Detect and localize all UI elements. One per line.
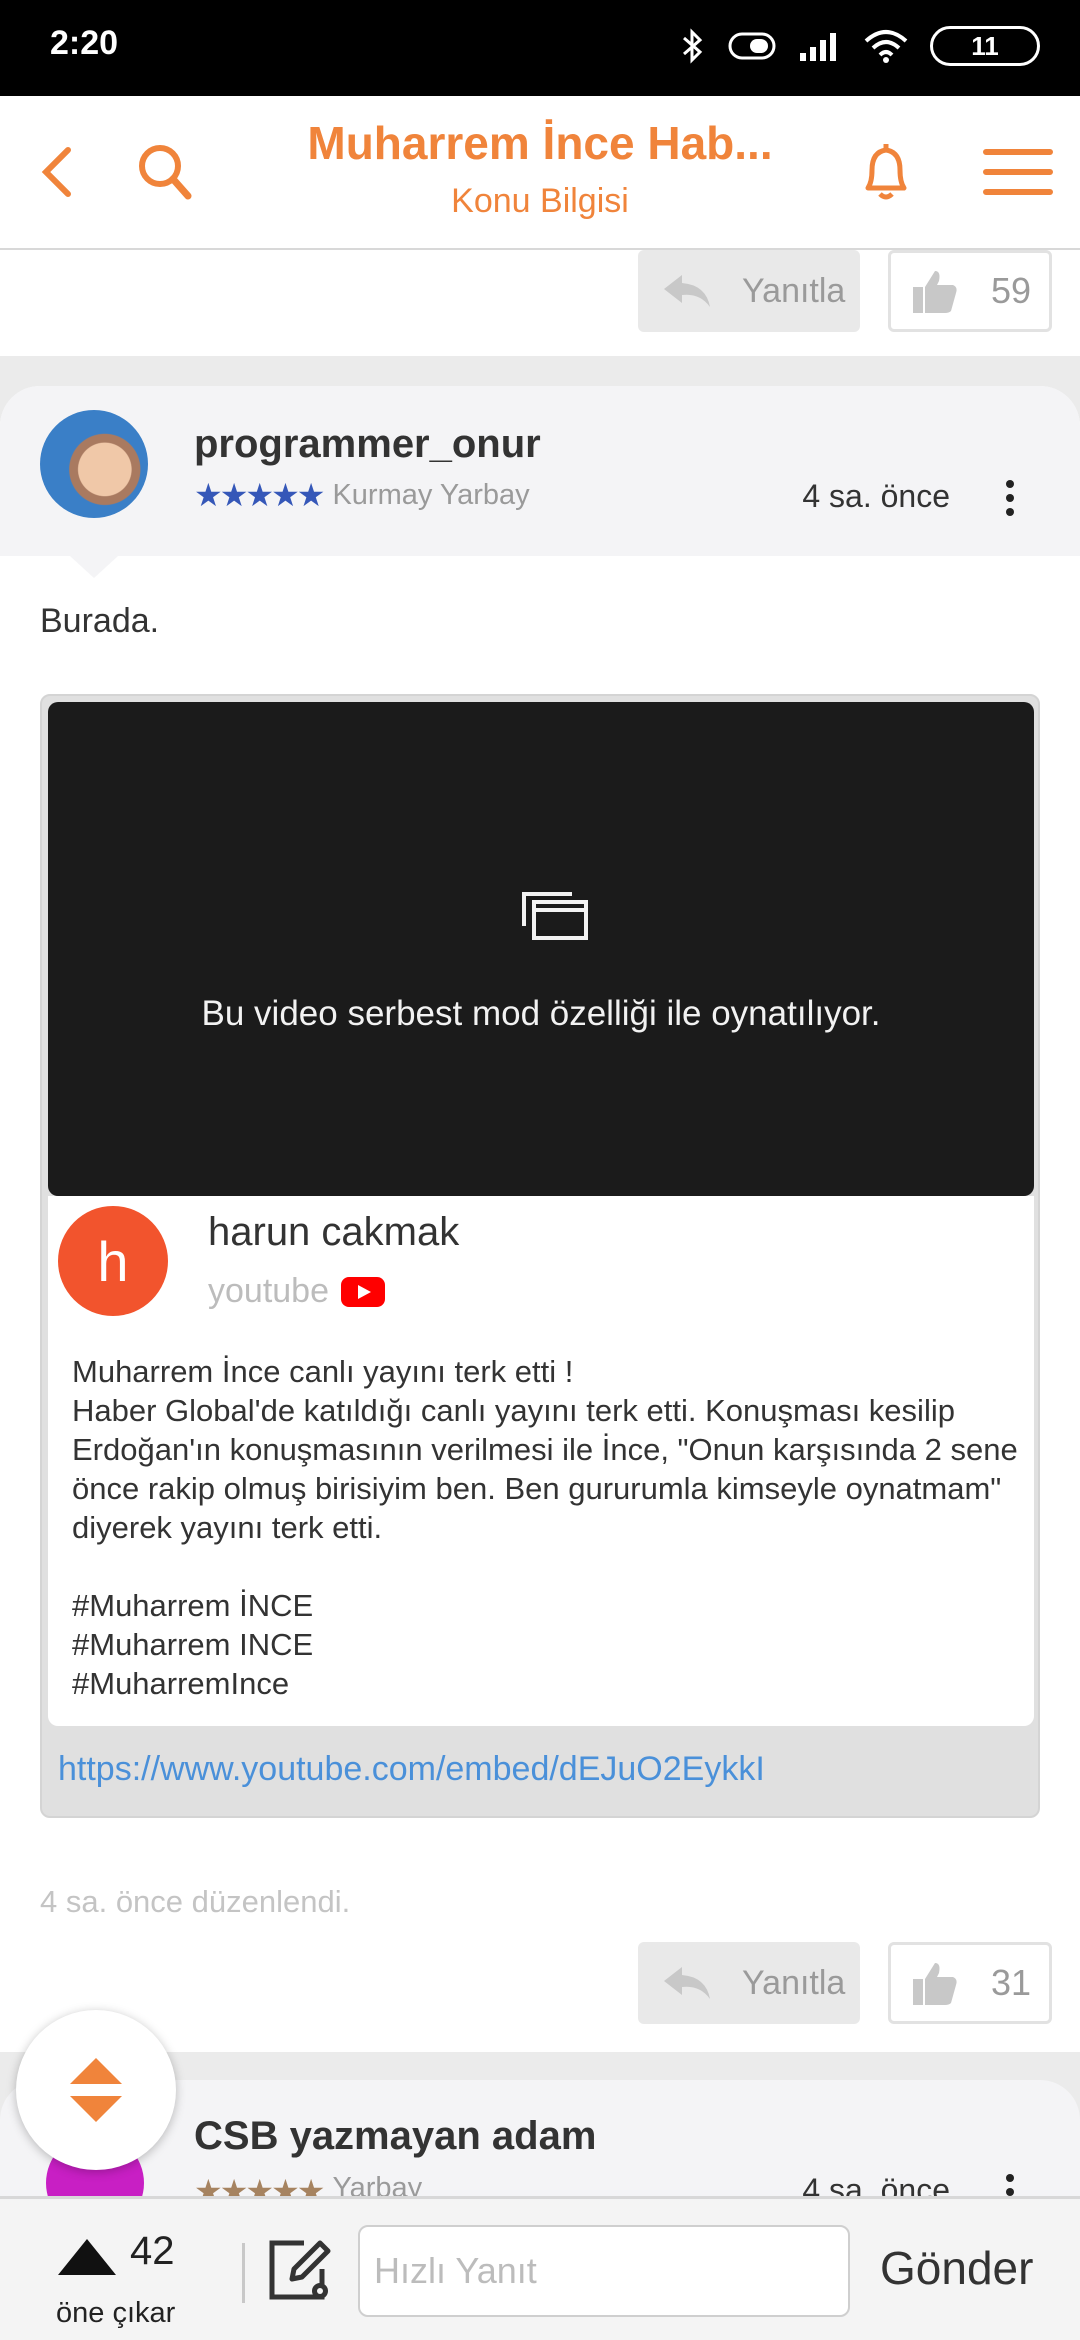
arrow-up-icon: [70, 2058, 122, 2084]
wifi-icon: [864, 30, 908, 63]
like-count: 31: [990, 1962, 1031, 2003]
reply-button[interactable]: Yanıtla: [638, 250, 860, 332]
channel-name[interactable]: harun cakmak: [208, 1210, 459, 1255]
edited-note: 4 sa. önce düzenlendi.: [40, 1884, 351, 1919]
status-bar: 2:20 11: [0, 0, 1080, 96]
top-header: Muharrem İnce Hab... Konu Bilgisi: [0, 96, 1080, 250]
scroll-toggle-button[interactable]: [16, 2010, 176, 2170]
quick-reply-input[interactable]: [358, 2225, 850, 2317]
description-hashtags: #Muharrem İNCE #Muharrem INCE #MuharremI…: [72, 1588, 314, 1701]
video-info: h harun cakmak youtube Muharrem İnce can…: [48, 1196, 1034, 1726]
status-icons: 11: [680, 26, 1040, 66]
reply-label: Yanıtla: [742, 271, 846, 310]
thumbs-up-icon: [913, 1963, 957, 2005]
more-options-icon[interactable]: [1004, 478, 1016, 518]
bell-icon[interactable]: [850, 136, 922, 208]
post-time: 4 sa. önce: [802, 478, 950, 514]
bottom-bar: 42 öne çıkar Gönder: [0, 2196, 1080, 2340]
like-button[interactable]: 59: [888, 250, 1052, 332]
upvote-button[interactable]: 42 öne çıkar: [40, 2217, 200, 2329]
avatar[interactable]: [40, 410, 148, 518]
post-username[interactable]: programmer_onur: [194, 422, 541, 467]
source-label: youtube: [208, 1272, 329, 1310]
post-header: programmer_onur ★★★★★ Kurmay Yarbay 4 sa…: [0, 386, 1080, 556]
rank-label: Kurmay Yarbay: [332, 478, 530, 511]
channel-initial: h: [97, 1229, 129, 1293]
post-body: Burada.: [40, 602, 160, 640]
page-subtitle[interactable]: Konu Bilgisi: [270, 182, 810, 221]
youtube-icon: [341, 1276, 385, 1307]
rotation-lock-icon: [728, 32, 776, 60]
divider: [242, 2243, 245, 2303]
menu-icon[interactable]: [982, 136, 1054, 208]
thumbs-up-icon: [913, 271, 957, 313]
post-username[interactable]: CSB yazmayan adam: [194, 2114, 596, 2159]
channel-avatar[interactable]: h: [58, 1206, 168, 1316]
video-link[interactable]: https://www.youtube.com/embed/dEJuO2Eykk…: [58, 1750, 765, 1789]
bubble-tail: [70, 556, 118, 578]
like-button[interactable]: 31: [888, 1942, 1052, 2024]
previous-post-actions: Yanıtla 59: [0, 250, 1080, 356]
video-player[interactable]: Bu video serbest mod özelliği ile oynatı…: [48, 702, 1034, 1196]
reply-button[interactable]: Yanıtla: [638, 1942, 860, 2024]
signal-icon: [800, 33, 836, 61]
reply-icon: [664, 1967, 710, 1999]
video-message: Bu video serbest mod özelliği ile oynatı…: [201, 994, 881, 1033]
floating-window-icon: [522, 892, 588, 940]
battery-icon: 11: [930, 26, 1040, 66]
bluetooth-icon: [683, 28, 703, 64]
youtube-embed: Bu video serbest mod özelliği ile oynatı…: [40, 694, 1040, 1818]
video-description: Muharrem İnce canlı yayını terk etti ! H…: [72, 1352, 1022, 1703]
back-icon[interactable]: [22, 136, 94, 208]
vote-label: öne çıkar: [56, 2297, 176, 2329]
user-rank: ★★★★★ Kurmay Yarbay: [194, 476, 530, 514]
send-button[interactable]: Gönder: [880, 2241, 1033, 2295]
rank-stars: ★★★★★: [194, 477, 325, 513]
like-count: 59: [990, 270, 1031, 311]
video-source: youtube: [208, 1272, 385, 1311]
upvote-arrow-icon: [58, 2239, 116, 2275]
page-title: Muharrem İnce Hab...: [307, 117, 773, 169]
compose-icon[interactable]: [264, 2233, 336, 2305]
status-time: 2:20: [50, 24, 119, 62]
reply-icon: [664, 275, 710, 307]
arrow-down-icon: [70, 2096, 122, 2122]
vote-count: 42: [130, 2229, 175, 2273]
search-icon[interactable]: [128, 136, 200, 208]
post-card: programmer_onur ★★★★★ Kurmay Yarbay 4 sa…: [0, 386, 1080, 2052]
battery-level: 11: [971, 30, 999, 61]
description-paragraph: Muharrem İnce canlı yayını terk etti ! H…: [72, 1354, 1018, 1545]
reply-label: Yanıtla: [742, 1963, 846, 2002]
